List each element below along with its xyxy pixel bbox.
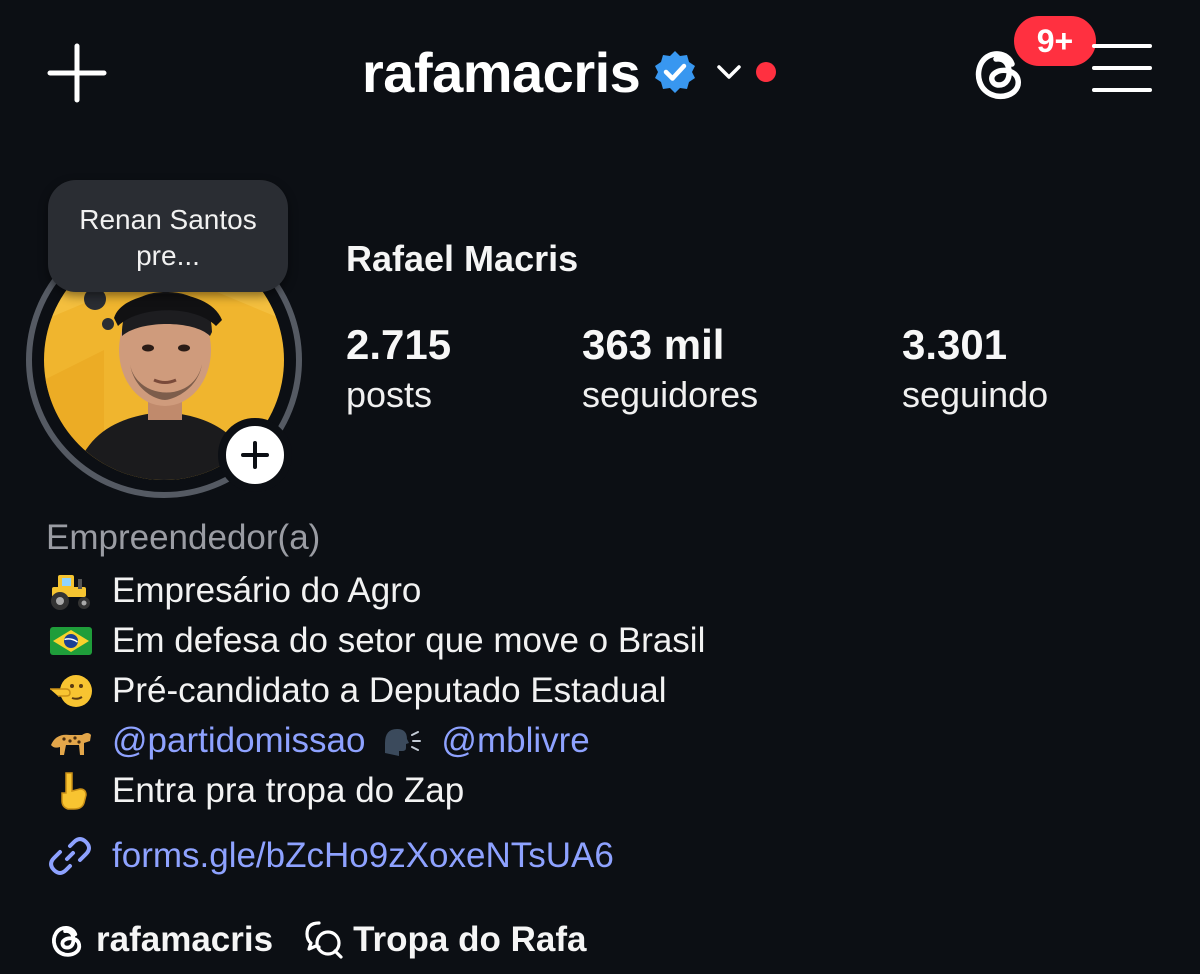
threads-icon: [52, 926, 82, 957]
note-text: Renan Santos pre...: [79, 204, 257, 271]
stat-posts[interactable]: 2.715 posts: [346, 320, 451, 420]
plus-icon: [241, 441, 269, 469]
menu-icon[interactable]: [1092, 44, 1152, 100]
chat-bubbles-icon: [305, 921, 343, 959]
bio-link[interactable]: forms.gle/bZcHo9zXoxeNTsUA6: [46, 830, 614, 882]
notification-badge[interactable]: 9+: [1010, 12, 1100, 70]
profile-category: Empreendedor(a): [46, 518, 321, 557]
broadcast-channel-pill[interactable]: Tropa do Rafa: [303, 919, 586, 961]
pointing-face-icon: [46, 669, 96, 713]
speaking-head-icon: [381, 721, 425, 761]
stat-posts-label: posts: [346, 374, 433, 415]
add-story-button[interactable]: [218, 418, 292, 492]
threads-profile-pill[interactable]: rafamacris: [46, 919, 273, 961]
bio-text: Empresário do Agro: [112, 571, 422, 610]
unread-dot: [756, 62, 777, 82]
profile-badges-row: rafamacris Tropa do Rafa: [46, 914, 616, 966]
threads-handle: rafamacris: [96, 920, 274, 959]
stat-following-label: seguindo: [902, 374, 1049, 415]
channel-name: Tropa do Rafa: [353, 920, 587, 959]
bio-line: Empresário do Agro: [46, 566, 705, 616]
bio-link-text[interactable]: forms.gle/bZcHo9zXoxeNTsUA6: [112, 836, 614, 876]
profile-note[interactable]: Renan Santos pre...: [48, 180, 288, 292]
bio-text: Em defesa do setor que move o Brasil: [112, 621, 706, 660]
bio-text: Pré-candidato a Deputado Estadual: [112, 671, 667, 710]
full-name: Rafael Macris: [346, 238, 579, 279]
pointing-down-hand-icon: [46, 769, 96, 813]
bio-text: Entra pra tropa do Zap: [112, 771, 465, 810]
stat-followers-value: 363 mil: [582, 321, 725, 368]
tractor-icon: [46, 569, 96, 613]
stat-following[interactable]: 3.301 seguindo: [902, 320, 1048, 420]
bio-line: Pré-candidato a Deputado Estadual: [46, 666, 705, 716]
mention-link[interactable]: @partidomissao: [112, 721, 365, 761]
stat-posts-value: 2.715: [346, 321, 452, 368]
leopard-icon: [46, 719, 96, 763]
verified-badge-icon: [652, 49, 698, 95]
header-username[interactable]: rafamacris: [362, 40, 641, 105]
create-plus-icon[interactable]: [44, 40, 110, 106]
account-switcher[interactable]: rafamacris: [362, 34, 777, 110]
chevron-down-icon[interactable]: [712, 55, 746, 89]
bio-line: Em defesa do setor que move o Brasil: [46, 616, 705, 666]
profile-screen: rafamacris 9+ Renan Santos pre... Rafael…: [0, 0, 1200, 974]
bio: Empresário do Agro Em defesa do setor qu…: [46, 566, 705, 816]
stat-followers[interactable]: 363 mil seguidores: [582, 320, 758, 420]
brazil-flag-icon: [46, 619, 96, 663]
bio-line: @partidomissao @mblivre: [46, 716, 705, 766]
stat-followers-label: seguidores: [582, 374, 759, 415]
stat-following-value: 3.301: [902, 321, 1008, 368]
note-bubble-tail-small: [102, 318, 114, 330]
mention-link[interactable]: @mblivre: [441, 721, 589, 761]
bio-line: Entra pra tropa do Zap: [46, 766, 705, 816]
link-icon: [49, 837, 91, 875]
